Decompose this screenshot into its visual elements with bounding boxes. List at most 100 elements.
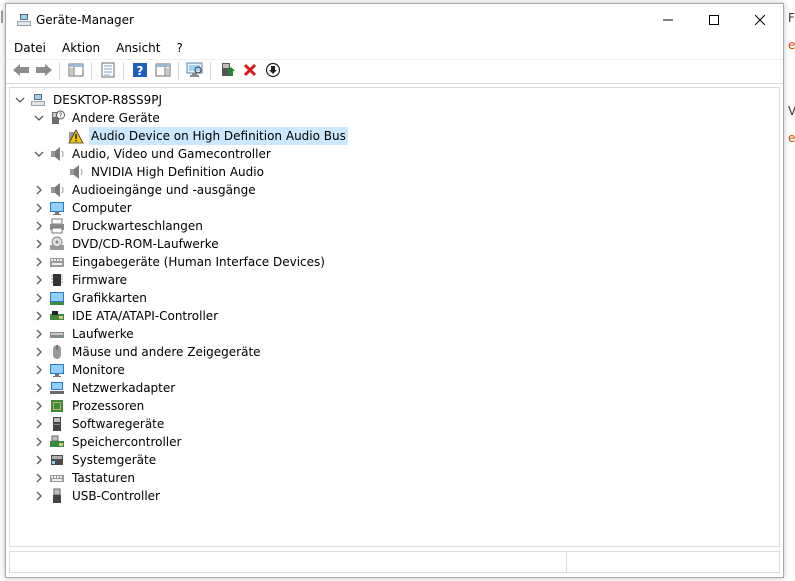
expander-collapsed-icon[interactable] — [33, 454, 45, 466]
tree-node-category[interactable]: Druckwarteschlangen — [33, 217, 205, 235]
expander-collapsed-icon[interactable] — [33, 490, 45, 502]
tree-node-category[interactable]: Prozessoren — [33, 397, 146, 415]
expander-collapsed-icon[interactable] — [33, 238, 45, 250]
printer-icon — [49, 218, 65, 234]
scan-hardware-button[interactable] — [184, 61, 206, 81]
expander-collapsed-icon[interactable] — [33, 184, 45, 196]
mouse-icon — [49, 344, 65, 360]
expander-collapsed-icon[interactable] — [33, 274, 45, 286]
disable-device-button[interactable] — [262, 61, 284, 81]
properties-button[interactable] — [97, 61, 119, 81]
tree-node-category[interactable]: Systemgeräte — [33, 451, 158, 469]
tree-node-category[interactable]: Eingabegeräte (Human Interface Devices) — [33, 253, 327, 271]
forward-button[interactable] — [33, 61, 55, 81]
title-bar[interactable]: Geräte-Manager — [6, 4, 783, 36]
back-button[interactable] — [10, 61, 32, 81]
tree-node-audio-video-game[interactable]: Audio, Video und Gamecontroller — [33, 145, 273, 163]
tree-node-category[interactable]: Monitore — [33, 361, 127, 379]
uninstall-device-button[interactable] — [239, 61, 261, 81]
tree-node-computer[interactable]: DESKTOP-R8SS9PJ — [14, 91, 164, 109]
status-segment — [10, 552, 568, 572]
keyboard-icon — [49, 470, 65, 486]
expander-expanded-icon[interactable] — [33, 112, 45, 124]
toolbar-separator — [59, 62, 60, 80]
tree-node-category[interactable]: Tastaturen — [33, 469, 137, 487]
tree-node-audio-device-warning[interactable]: Audio Device on High Definition Audio Bu… — [52, 127, 348, 145]
action-pane-button[interactable] — [152, 61, 174, 81]
tree-node-category[interactable]: IDE ATA/ATAPI-Controller — [33, 307, 220, 325]
expander-collapsed-icon[interactable] — [33, 310, 45, 322]
expander-collapsed-icon[interactable] — [33, 220, 45, 232]
background-text-fragment: V — [788, 104, 795, 118]
expander-collapsed-icon[interactable] — [33, 202, 45, 214]
tree-node-category[interactable]: Softwaregeräte — [33, 415, 166, 433]
expander-collapsed-icon[interactable] — [33, 436, 45, 448]
svg-text:?: ? — [137, 64, 144, 78]
window-title: Geräte-Manager — [36, 13, 134, 27]
help-icon: ? — [132, 62, 148, 81]
system-device-icon — [49, 452, 65, 468]
expander-collapsed-icon[interactable] — [33, 400, 45, 412]
tree-node-label: USB-Controller — [72, 489, 160, 503]
tree-node-category[interactable]: Speichercontroller — [33, 433, 183, 451]
expander-expanded-icon[interactable] — [33, 148, 45, 160]
hid-icon — [49, 254, 65, 270]
update-driver-icon — [219, 62, 235, 81]
menu-ansicht[interactable]: Ansicht — [108, 37, 168, 57]
tree-node-category[interactable]: Grafikkarten — [33, 289, 149, 307]
chip-icon — [49, 272, 65, 288]
tree-node-label: Prozessoren — [72, 399, 145, 413]
device-tree[interactable]: DESKTOP-R8SS9PJ ? Andere Geräte Audio De… — [9, 87, 780, 547]
computer-icon — [30, 92, 46, 108]
speaker-icon — [49, 182, 65, 198]
tree-node-label: Eingabegeräte (Human Interface Devices) — [72, 255, 325, 269]
toolbar-divider — [6, 83, 783, 84]
close-button[interactable] — [737, 4, 783, 36]
ide-controller-icon — [49, 308, 65, 324]
maximize-button[interactable] — [691, 4, 737, 36]
device-manager-icon — [16, 12, 32, 28]
usb-icon — [49, 488, 65, 504]
tree-node-category[interactable]: Laufwerke — [33, 325, 136, 343]
expander-expanded-icon[interactable] — [14, 94, 26, 106]
expander-collapsed-icon[interactable] — [33, 382, 45, 394]
status-bar — [9, 551, 780, 573]
tree-node-label: Grafikkarten — [72, 291, 147, 305]
storage-controller-icon — [49, 434, 65, 450]
tree-node-category[interactable]: Mäuse und andere Zeigegeräte — [33, 343, 263, 361]
menu-help[interactable]: ? — [168, 37, 190, 57]
tree-node-other-devices[interactable]: ? Andere Geräte — [33, 109, 162, 127]
tree-node-category[interactable]: Netzwerkadapter — [33, 379, 177, 397]
expander-collapsed-icon[interactable] — [33, 346, 45, 358]
expander-collapsed-icon[interactable] — [33, 472, 45, 484]
expander-collapsed-icon[interactable] — [33, 256, 45, 268]
uninstall-device-icon — [243, 63, 257, 80]
tree-node-category[interactable]: DVD/CD-ROM-Laufwerke — [33, 235, 221, 253]
expander-collapsed-icon[interactable] — [33, 418, 45, 430]
tree-node-category[interactable]: Firmware — [33, 271, 129, 289]
drive-icon — [49, 326, 65, 342]
tree-node-category[interactable]: Audioeingänge und -ausgänge — [33, 181, 258, 199]
update-driver-button[interactable] — [216, 61, 238, 81]
tree-node-category[interactable]: Computer — [33, 199, 134, 217]
toolbar-separator — [210, 62, 211, 80]
show-hide-console-tree-button[interactable] — [65, 61, 87, 81]
tree-node-label: Audio Device on High Definition Audio Bu… — [89, 127, 348, 145]
menu-datei[interactable]: Datei — [6, 37, 54, 57]
expander-collapsed-icon[interactable] — [33, 364, 45, 376]
background-text-fragment: e — [788, 131, 795, 145]
tree-node-nvidia-hd-audio[interactable]: NVIDIA High Definition Audio — [52, 163, 266, 181]
network-icon — [49, 380, 65, 396]
tree-node-category[interactable]: USB-Controller — [33, 487, 162, 505]
minimize-button[interactable] — [645, 4, 691, 36]
help-button[interactable]: ? — [129, 61, 151, 81]
monitor-icon — [49, 200, 65, 216]
tree-node-label: Andere Geräte — [72, 111, 160, 125]
expander-collapsed-icon[interactable] — [33, 292, 45, 304]
tree-node-label: DVD/CD-ROM-Laufwerke — [72, 237, 219, 251]
action-pane-icon — [155, 62, 171, 81]
expander-collapsed-icon[interactable] — [33, 328, 45, 340]
background-text-fragment: F — [788, 11, 795, 25]
menu-aktion[interactable]: Aktion — [54, 37, 108, 57]
